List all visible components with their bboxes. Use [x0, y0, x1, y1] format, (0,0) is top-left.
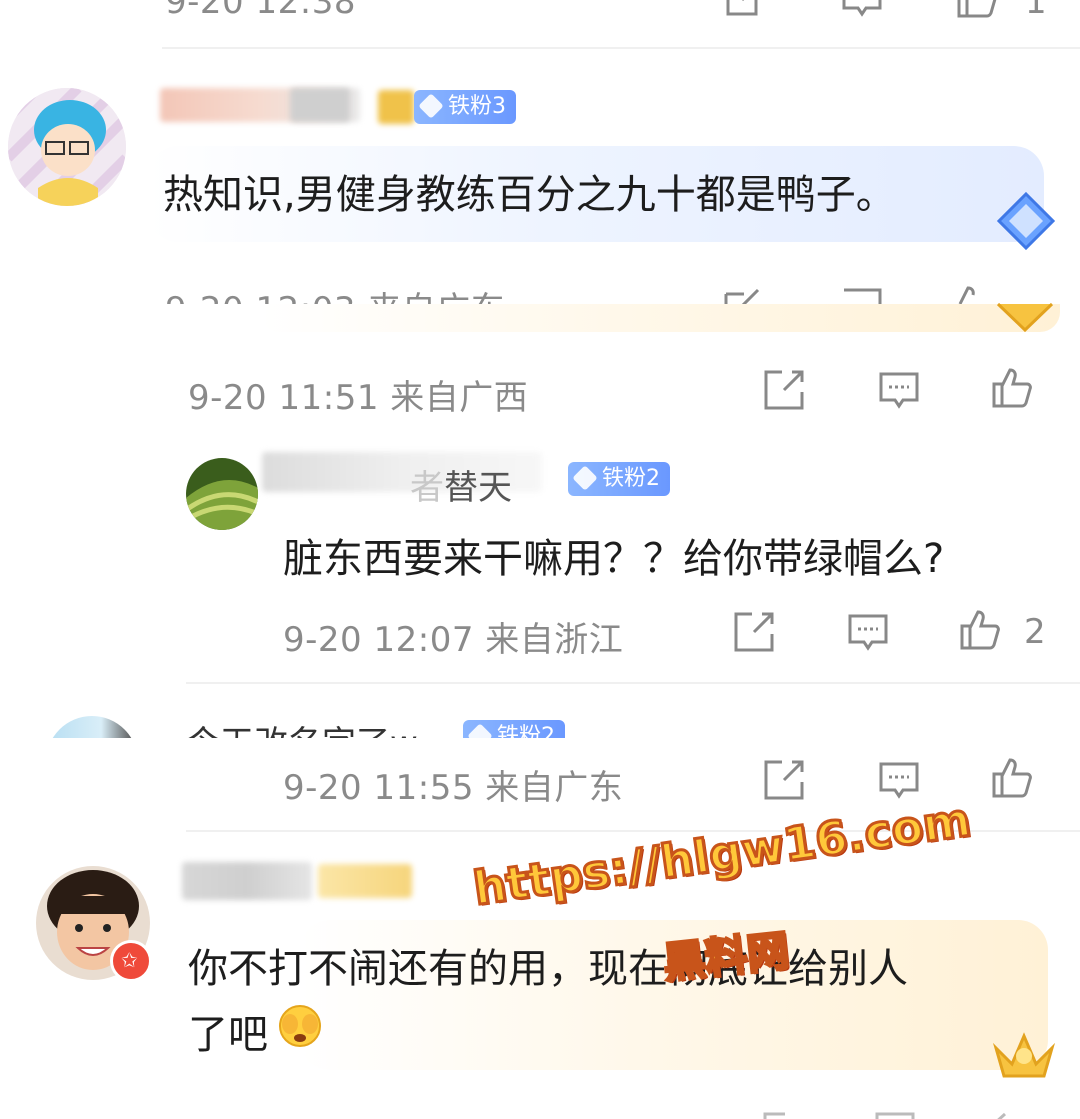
fan-badge: 铁粉2	[463, 720, 565, 738]
share-icon[interactable]	[762, 368, 806, 412]
username[interactable]: 今天改名字了w	[186, 716, 418, 738]
blue-diamond-icon	[995, 190, 1057, 252]
comment-icon[interactable]	[846, 610, 890, 654]
vip-bubble-fragment	[260, 304, 1060, 332]
covering-face-emoji-icon	[276, 1002, 324, 1050]
thumbs-up-icon[interactable]	[990, 366, 1034, 410]
comment-text-line2: 了吧	[188, 1012, 268, 1058]
diamond-gem-icon	[572, 465, 598, 491]
comment-icon[interactable]	[840, 0, 884, 20]
share-icon[interactable]	[732, 610, 776, 654]
share-icon[interactable]	[762, 758, 806, 802]
comment-meta: 9-20 11:51 来自广西	[188, 378, 529, 418]
comment-text: 脏东西要来干嘛用？？给你带绿帽么?	[283, 536, 945, 582]
avatar[interactable]	[8, 88, 126, 206]
thumbs-up-icon[interactable]	[990, 756, 1034, 800]
fan-badge	[318, 864, 412, 898]
fan-badge: 铁粉3	[414, 90, 516, 124]
gold-crown-icon	[992, 1026, 1056, 1080]
like-count: 2	[1024, 612, 1046, 652]
username[interactable]: 者替天	[410, 460, 512, 509]
divider	[162, 47, 1080, 49]
share-icon[interactable]	[722, 0, 766, 20]
comment-icon[interactable]	[877, 368, 921, 412]
comment-meta: 9-20 12:03 来自广东	[165, 282, 505, 304]
comment-text: 热知识,男健身教练百分之九十都是鸭子。	[163, 172, 896, 218]
comment-meta: 9-20 12:38	[165, 0, 356, 22]
comment-meta: 9-20 11:55 来自广东	[283, 768, 624, 808]
comment-icon[interactable]	[877, 758, 921, 802]
thumbs-up-icon[interactable]	[955, 0, 999, 20]
diamond-gem-icon	[418, 93, 444, 119]
gold-crown-icon	[994, 300, 1056, 334]
user-medal-icon	[378, 90, 414, 124]
thumbs-up-icon[interactable]	[958, 608, 1002, 652]
avatar[interactable]	[186, 458, 258, 530]
avatar[interactable]	[46, 716, 138, 738]
diamond-gem-icon	[467, 723, 493, 738]
action-icons-cut	[755, 1108, 1075, 1119]
divider	[186, 682, 1080, 684]
like-count: 1	[1025, 0, 1047, 22]
comment-text-line1: 你不打不闹还有的用，现在彻底让给别人	[188, 946, 908, 992]
username-blurred[interactable]	[182, 862, 312, 900]
red-star-badge-icon: ✩	[110, 940, 152, 982]
comment-meta: 9-20 12:07 来自浙江	[283, 620, 624, 660]
fan-badge: 铁粉2	[568, 462, 670, 496]
username-blurred	[290, 88, 350, 122]
watermark-url: https://hlgw16.com	[469, 791, 976, 917]
